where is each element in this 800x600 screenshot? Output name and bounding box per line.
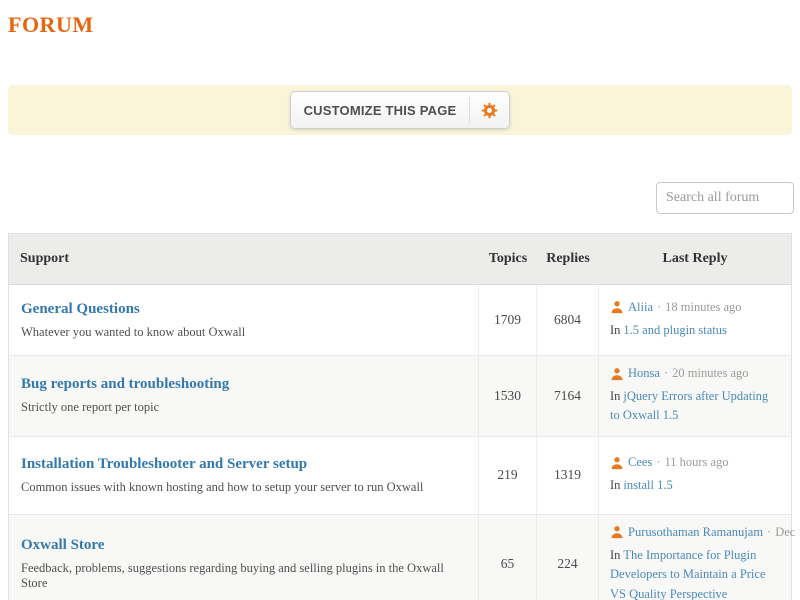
forum-row: Installation Troubleshooter and Server s… [9, 436, 791, 514]
last-reply-user-link[interactable]: Honsa [628, 366, 660, 381]
last-reply-topic-link[interactable]: The Importance for Plugin Developers to … [610, 548, 766, 600]
forum-link[interactable]: Oxwall Store [21, 537, 466, 554]
header-topics: Topics [479, 251, 537, 267]
forum-link[interactable]: Bug reports and troubleshooting [21, 376, 466, 393]
last-reply-topic-link[interactable]: jQuery Errors after Updating to Oxwall 1… [610, 389, 768, 422]
topics-count: 65 [479, 515, 537, 600]
support-cell: General Questions Whatever you wanted to… [9, 285, 479, 355]
support-cell: Oxwall Store Feedback, problems, suggest… [9, 515, 479, 600]
header-replies: Replies [537, 251, 599, 267]
last-reply-time: Dec 16 [775, 525, 800, 540]
table-header-row: Support Topics Replies Last Reply [9, 234, 791, 285]
in-label: In [610, 389, 620, 403]
page-title: FORUM [8, 12, 94, 38]
header-last-reply: Last Reply [599, 251, 791, 267]
last-reply-time: 11 hours ago [664, 455, 728, 470]
last-reply-cell: Purusothaman Ramanujam · Dec 16 InThe Im… [599, 515, 791, 600]
last-reply-time: 20 minutes ago [672, 366, 748, 381]
support-cell: Installation Troubleshooter and Server s… [9, 437, 479, 514]
topics-count: 1709 [479, 285, 537, 355]
customize-page-button-label: CUSTOMIZE THIS PAGE [291, 103, 470, 118]
last-reply-topic-link[interactable]: 1.5 and plugin status [623, 323, 726, 337]
forum-row: Bug reports and troubleshooting Strictly… [9, 355, 791, 436]
topics-count: 1530 [479, 356, 537, 436]
customize-page-button[interactable]: CUSTOMIZE THIS PAGE [290, 91, 511, 129]
replies-count: 7164 [537, 356, 599, 436]
forum-page: FORUM CUSTOMIZE THIS PAGE [0, 0, 800, 600]
user-icon [610, 367, 624, 381]
forum-link[interactable]: General Questions [21, 301, 466, 318]
in-label: In [610, 478, 620, 492]
forum-search-input[interactable] [656, 182, 794, 214]
separator: · [657, 300, 661, 315]
forum-description: Whatever you wanted to know about Oxwall [21, 325, 466, 340]
user-icon [610, 525, 624, 539]
user-icon [610, 300, 624, 314]
topics-count: 219 [479, 437, 537, 514]
last-reply-cell: Cees · 11 hours ago Ininstall 1.5 [599, 437, 791, 514]
replies-count: 224 [537, 515, 599, 600]
last-reply-user-link[interactable]: Cees [628, 455, 652, 470]
last-reply-cell: Honsa · 20 minutes ago InjQuery Errors a… [599, 356, 791, 436]
last-reply-user-link[interactable]: Aliia [628, 300, 653, 315]
support-cell: Bug reports and troubleshooting Strictly… [9, 356, 479, 436]
forum-link[interactable]: Installation Troubleshooter and Server s… [21, 456, 466, 473]
last-reply-cell: Aliia · 18 minutes ago In1.5 and plugin … [599, 285, 791, 355]
forum-description: Strictly one report per topic [21, 400, 466, 415]
separator: · [767, 525, 771, 540]
in-label: In [610, 548, 620, 562]
user-icon [610, 456, 624, 470]
last-reply-time: 18 minutes ago [665, 300, 741, 315]
replies-count: 1319 [537, 437, 599, 514]
forum-description: Common issues with known hosting and how… [21, 480, 466, 495]
forum-row: Oxwall Store Feedback, problems, suggest… [9, 514, 791, 600]
customize-banner: CUSTOMIZE THIS PAGE [8, 85, 792, 135]
header-support: Support [9, 251, 479, 267]
forum-description: Feedback, problems, suggestions regardin… [21, 561, 466, 591]
separator: · [656, 455, 660, 470]
last-reply-topic-link[interactable]: install 1.5 [623, 478, 672, 492]
last-reply-user-link[interactable]: Purusothaman Ramanujam [628, 525, 763, 540]
in-label: In [610, 323, 620, 337]
gear-icon [470, 101, 509, 120]
separator: · [664, 366, 668, 381]
forum-table: Support Topics Replies Last Reply Genera… [8, 233, 792, 600]
replies-count: 6804 [537, 285, 599, 355]
forum-row: General Questions Whatever you wanted to… [9, 285, 791, 355]
